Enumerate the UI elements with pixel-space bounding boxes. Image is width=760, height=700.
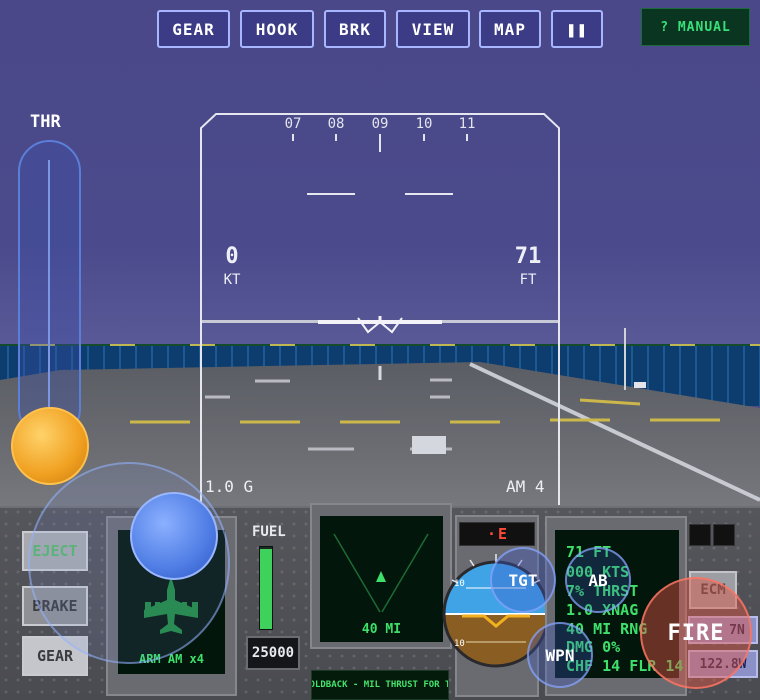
fuel-gauge: [259, 546, 273, 630]
heading-tick: [423, 134, 425, 141]
hud-airspeed-unit: KT: [223, 272, 241, 288]
hud-altitude-unit: FT: [519, 272, 537, 288]
heading-tick: [292, 134, 294, 141]
fuel-readout: 25000: [246, 636, 300, 670]
target-button[interactable]: TGT: [490, 547, 556, 613]
radar-scope: 40 MI: [320, 516, 443, 642]
heading-tick-label: 10: [415, 116, 433, 132]
joystick-knob[interactable]: [130, 492, 218, 580]
weapon-select-button[interactable]: WPN: [527, 622, 593, 688]
hud-altitude: 71: [514, 244, 542, 269]
status-ticker: CAT 1 HOLDBACK - MIL THRUST FOR THE SHOT: [311, 670, 449, 700]
adi-scale-bottom: 10: [454, 639, 465, 649]
warning-lamp: [689, 524, 711, 546]
hud-weapon-mode: AM 4: [506, 477, 545, 496]
fuel-label: FUEL: [252, 524, 286, 540]
heading-tick-label: 11: [458, 116, 476, 132]
warning-lamp: [713, 524, 735, 546]
heading-tick-label: 08: [327, 116, 345, 132]
heading-tick: [466, 134, 468, 141]
heading-tick-label: 07: [284, 116, 302, 132]
heading-tick: [335, 134, 337, 141]
fire-button[interactable]: FIRE: [640, 577, 752, 689]
own-ship-icon: [376, 571, 386, 582]
radar-range: 40 MI: [361, 622, 402, 637]
afterburner-button[interactable]: AB: [565, 547, 631, 613]
fuel-level-bar: [260, 548, 272, 629]
hud-airspeed: 0: [225, 244, 239, 269]
heading-center-tick: [379, 134, 381, 152]
adi-scale-top: 10: [454, 579, 465, 589]
hud-g-load: 1.0 G: [205, 477, 254, 496]
ecm-warning-light: · E: [459, 522, 535, 546]
heading-tick-label: 09: [371, 116, 389, 132]
